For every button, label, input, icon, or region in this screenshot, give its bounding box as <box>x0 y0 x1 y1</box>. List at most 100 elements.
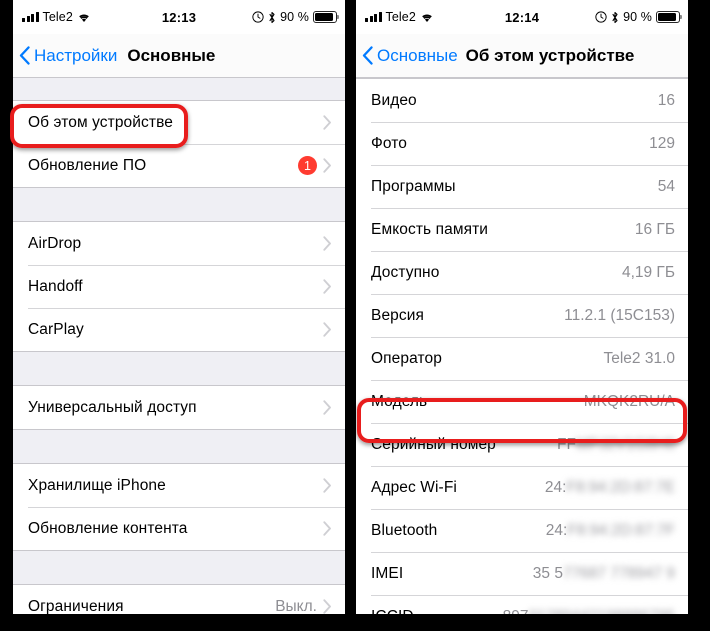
section-gap <box>13 188 345 221</box>
info-row-Доступно[interactable]: Доступно 4,19 ГБ <box>356 251 688 294</box>
section-gap <box>13 78 345 100</box>
redacted-value: 01289442198886795 <box>528 608 675 615</box>
list-item-accessory: 1 <box>298 156 332 175</box>
redacted-value: F8:94:2D:87:7E <box>566 478 675 496</box>
list-item-accessory <box>323 115 332 130</box>
sidebar-item-Хранилище iPhone[interactable]: Хранилище iPhone <box>13 464 345 507</box>
list-item-label: Обновление контента <box>28 519 188 537</box>
list-item-value: 4,19 ГБ <box>621 263 675 281</box>
sidebar-item-Об этом устройстве[interactable]: Об этом устройстве <box>13 101 345 144</box>
list-item-label: AirDrop <box>28 234 82 252</box>
list-item-value: Tele2 31.0 <box>603 349 675 367</box>
list-item-label: Серийный номер <box>371 435 496 453</box>
info-row-Модель[interactable]: Модель MKQK2RU/A <box>356 380 688 423</box>
section-gap <box>13 352 345 385</box>
page-title: Об этом устройстве <box>465 45 635 65</box>
list-item-label: Handoff <box>28 277 83 295</box>
sidebar-item-CarPlay[interactable]: CarPlay <box>13 308 345 351</box>
list-item-value: 11.2.1 (15C153) <box>564 306 675 324</box>
chevron-right-icon <box>323 521 331 536</box>
list-item-label: Универсальный доступ <box>28 398 197 416</box>
info-row-Оператор[interactable]: Оператор Tele2 31.0 <box>356 337 688 380</box>
list-item-value: 16 <box>657 91 675 109</box>
list-item-value: FF MPJ2V1G8H6 <box>556 435 675 453</box>
left-status-bar: Tele2 12:13 90 % <box>13 0 345 34</box>
list-item-accessory <box>323 478 332 493</box>
sidebar-item-AirDrop[interactable]: AirDrop <box>13 222 345 265</box>
list-item-value: 89701289442198886795 <box>503 608 675 615</box>
list-item-label: CarPlay <box>28 320 84 338</box>
info-row-Серийный номер[interactable]: Серийный номер FF MPJ2V1G8H6 <box>356 423 688 466</box>
list-item-value: 24: F8:94:2D:87:7E <box>544 478 675 496</box>
list-item-accessory <box>323 322 332 337</box>
chevron-right-icon <box>323 322 331 337</box>
list-item-value: MKQK2RU/A <box>583 392 675 410</box>
sidebar-item-Универсальный доступ[interactable]: Универсальный доступ <box>13 386 345 429</box>
list-item-accessory <box>323 400 332 415</box>
sidebar-item-Обновление контента[interactable]: Обновление контента <box>13 507 345 550</box>
settings-group: Универсальный доступ <box>13 385 345 430</box>
list-item-label: Оператор <box>371 349 442 367</box>
left-nav-bar: Настройки Основные <box>13 34 345 78</box>
list-item-value: Выкл. <box>275 597 317 615</box>
chevron-right-icon <box>323 400 331 415</box>
chevron-right-icon <box>323 115 331 130</box>
battery-percent-label: 90 % <box>280 10 309 24</box>
list-item-value: 24: F8:94:2D:87:7F <box>545 521 675 539</box>
info-row-Версия[interactable]: Версия 11.2.1 (15C153) <box>356 294 688 337</box>
chevron-right-icon <box>323 158 331 173</box>
info-row-Bluetooth[interactable]: Bluetooth 24: F8:94:2D:87:7F <box>356 509 688 552</box>
back-button-settings[interactable]: Настройки <box>19 46 117 66</box>
info-row-Видео[interactable]: Видео 16 <box>356 79 688 122</box>
bluetooth-icon <box>612 11 618 23</box>
battery-percent-label: 90 % <box>623 10 652 24</box>
list-item-label: Программы <box>371 177 456 195</box>
info-row-Программы[interactable]: Программы 54 <box>356 165 688 208</box>
list-item-label: Адрес Wi-Fi <box>371 478 457 496</box>
list-item-accessory: Выкл. <box>275 597 332 615</box>
left-settings-list[interactable]: Об этом устройстве Обновление ПО 1 AirDrop H… <box>13 78 345 614</box>
list-item-accessory: FF MPJ2V1G8H6 <box>557 436 675 454</box>
list-item-label: Версия <box>371 306 424 324</box>
section-gap <box>13 430 345 463</box>
list-item-label: Модель <box>371 392 428 410</box>
list-item-label: Видео <box>371 91 417 109</box>
back-button-label: Основные <box>377 45 458 65</box>
sidebar-item-Обновление ПО[interactable]: Обновление ПО 1 <box>13 144 345 187</box>
list-item-accessory: Tele2 31.0 <box>603 350 675 368</box>
back-button-general[interactable]: Основные <box>362 46 458 66</box>
section-gap <box>13 551 345 584</box>
sidebar-item-Ограничения[interactable]: Ограничения Выкл. <box>13 585 345 614</box>
notification-badge: 1 <box>298 156 317 175</box>
info-row-IMEI[interactable]: IMEI 35 5 77687 778947 9 <box>356 552 688 595</box>
redacted-value: 77687 778947 9 <box>562 564 675 582</box>
list-item-accessory <box>323 521 332 536</box>
settings-group: Хранилище iPhone Обновление контента <box>13 463 345 551</box>
info-row-Адрес Wi-Fi[interactable]: Адрес Wi-Fi 24: F8:94:2D:87:7E <box>356 466 688 509</box>
redacted-value: F8:94:2D:87:7F <box>567 521 675 539</box>
list-item-accessory <box>323 279 332 294</box>
info-row-ICCID[interactable]: ICCID 89701289442198886795 <box>356 595 688 614</box>
list-item-accessory: 4,19 ГБ <box>622 264 675 282</box>
bluetooth-icon <box>269 11 275 23</box>
list-item-accessory <box>323 236 332 251</box>
about-device-list[interactable]: Видео 16 Фото 129 Программы 54 Емкость памяти 1… <box>356 78 688 614</box>
battery-icon <box>656 11 682 23</box>
chevron-left-icon <box>19 46 30 65</box>
settings-group: Об этом устройстве Обновление ПО 1 <box>13 100 345 188</box>
list-item-value: 35 5 77687 778947 9 <box>532 564 675 582</box>
alarm-clock-icon <box>595 11 607 23</box>
sidebar-item-Handoff[interactable]: Handoff <box>13 265 345 308</box>
list-item-label: Фото <box>371 134 408 152</box>
chevron-right-icon <box>323 478 331 493</box>
info-row-Фото[interactable]: Фото 129 <box>356 122 688 165</box>
list-item-accessory: 129 <box>649 135 675 153</box>
list-item-value: 16 ГБ <box>634 220 675 238</box>
list-item-label: ICCID <box>371 608 414 615</box>
list-item-label: Емкость памяти <box>371 220 489 238</box>
list-item-label: IMEI <box>371 564 404 582</box>
list-item-accessory: 11.2.1 (15C153) <box>564 307 675 325</box>
back-button-label: Настройки <box>34 45 118 65</box>
list-item-accessory: 89701289442198886795 <box>503 608 675 615</box>
info-row-Емкость памяти[interactable]: Емкость памяти 16 ГБ <box>356 208 688 251</box>
